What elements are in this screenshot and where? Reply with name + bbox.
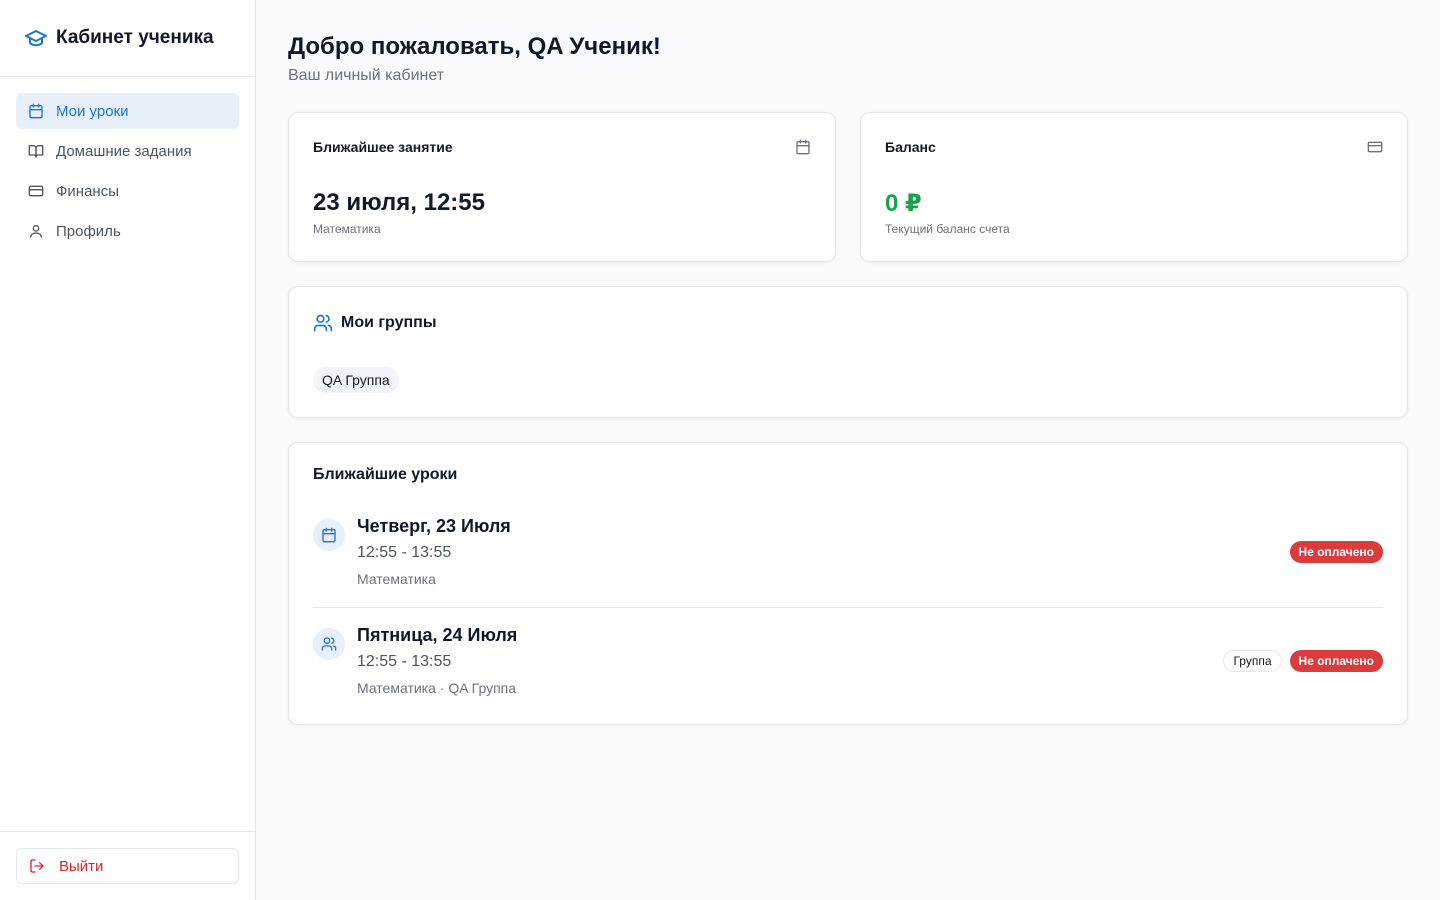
- sidebar-item-label: Мои уроки: [56, 102, 129, 120]
- next-lesson-value: 23 июля, 12:55: [313, 189, 485, 216]
- lesson-date: Четверг, 23 Июля: [357, 516, 511, 536]
- calendar-icon: [313, 519, 345, 551]
- lesson-divider: [313, 607, 1383, 608]
- unpaid-badge: Не оплачено: [1289, 541, 1383, 563]
- logout-label: Выйти: [59, 857, 104, 875]
- page-subtitle: Ваш личный кабинет: [288, 67, 445, 84]
- brand-title: Кабинет ученика: [56, 27, 214, 48]
- sidebar-item-label: Профиль: [56, 222, 121, 240]
- lesson-badges: Группа Не оплачено: [1223, 650, 1383, 672]
- users-icon: [313, 313, 333, 333]
- sidebar-nav: Мои уроки Домашние задания Финансы Профи…: [0, 77, 255, 249]
- users-icon: [313, 628, 345, 660]
- upcoming-lessons-title: Ближайшие уроки: [313, 466, 458, 483]
- lesson-time: 12:55 - 13:55: [357, 653, 452, 670]
- my-groups-title: Мои группы: [341, 314, 437, 331]
- calendar-icon: [795, 139, 811, 155]
- logout-section: Выйти: [0, 831, 255, 900]
- lesson-time: 12:55 - 13:55: [357, 544, 452, 561]
- lesson-subject: Математика: [357, 571, 436, 587]
- next-lesson-subject: Математика: [313, 222, 381, 236]
- lesson-date: Пятница, 24 Июля: [357, 625, 518, 645]
- sidebar-item-label: Домашние задания: [56, 142, 192, 160]
- balance-label: Баланс: [885, 139, 936, 155]
- upcoming-lessons-card: Ближайшие уроки Четверг, 23 Июля 12:55 -…: [288, 442, 1408, 725]
- user-icon: [28, 223, 44, 239]
- unpaid-badge: Не оплачено: [1289, 650, 1383, 672]
- sidebar-item-finance[interactable]: Финансы: [16, 173, 239, 209]
- group-chip[interactable]: QA Группа: [313, 367, 399, 393]
- lesson-badges: Не оплачено: [1289, 541, 1383, 563]
- lesson-subject: Математика · QA Группа: [357, 680, 517, 696]
- credit-card-icon: [1367, 139, 1383, 155]
- sidebar-brand: Кабинет ученика: [0, 0, 255, 77]
- sidebar-item-my-lessons[interactable]: Мои уроки: [16, 93, 239, 129]
- page-title: Добро пожаловать, QA Ученик!: [288, 33, 661, 60]
- logout-button[interactable]: Выйти: [16, 848, 239, 884]
- sidebar-item-label: Финансы: [56, 182, 119, 200]
- credit-card-icon: [28, 183, 44, 199]
- sidebar-item-profile[interactable]: Профиль: [16, 213, 239, 249]
- log-out-icon: [29, 858, 45, 874]
- next-lesson-card: Ближайшее занятие 23 июля, 12:55 Математ…: [288, 112, 836, 262]
- book-open-icon: [28, 143, 44, 159]
- lesson-item[interactable]: Пятница, 24 Июля 12:55 - 13:55 Математик…: [313, 625, 1383, 721]
- sidebar-item-homework[interactable]: Домашние задания: [16, 133, 239, 169]
- my-groups-card: Мои группы QA Группа: [288, 286, 1408, 418]
- balance-card: Баланс 0 ₽ Текущий баланс счета: [860, 112, 1408, 262]
- graduation-cap-icon: [24, 26, 48, 50]
- my-groups-header: Мои группы: [313, 313, 437, 333]
- balance-value: 0 ₽: [885, 190, 922, 217]
- next-lesson-label: Ближайшее занятие: [313, 139, 453, 155]
- group-badge: Группа: [1223, 650, 1282, 672]
- lesson-item[interactable]: Четверг, 23 Июля 12:55 - 13:55 Математик…: [313, 516, 1383, 612]
- sidebar: Кабинет ученика Мои уроки Домашние задан…: [0, 0, 256, 900]
- balance-description: Текущий баланс счета: [885, 222, 1010, 236]
- calendar-icon: [28, 103, 44, 119]
